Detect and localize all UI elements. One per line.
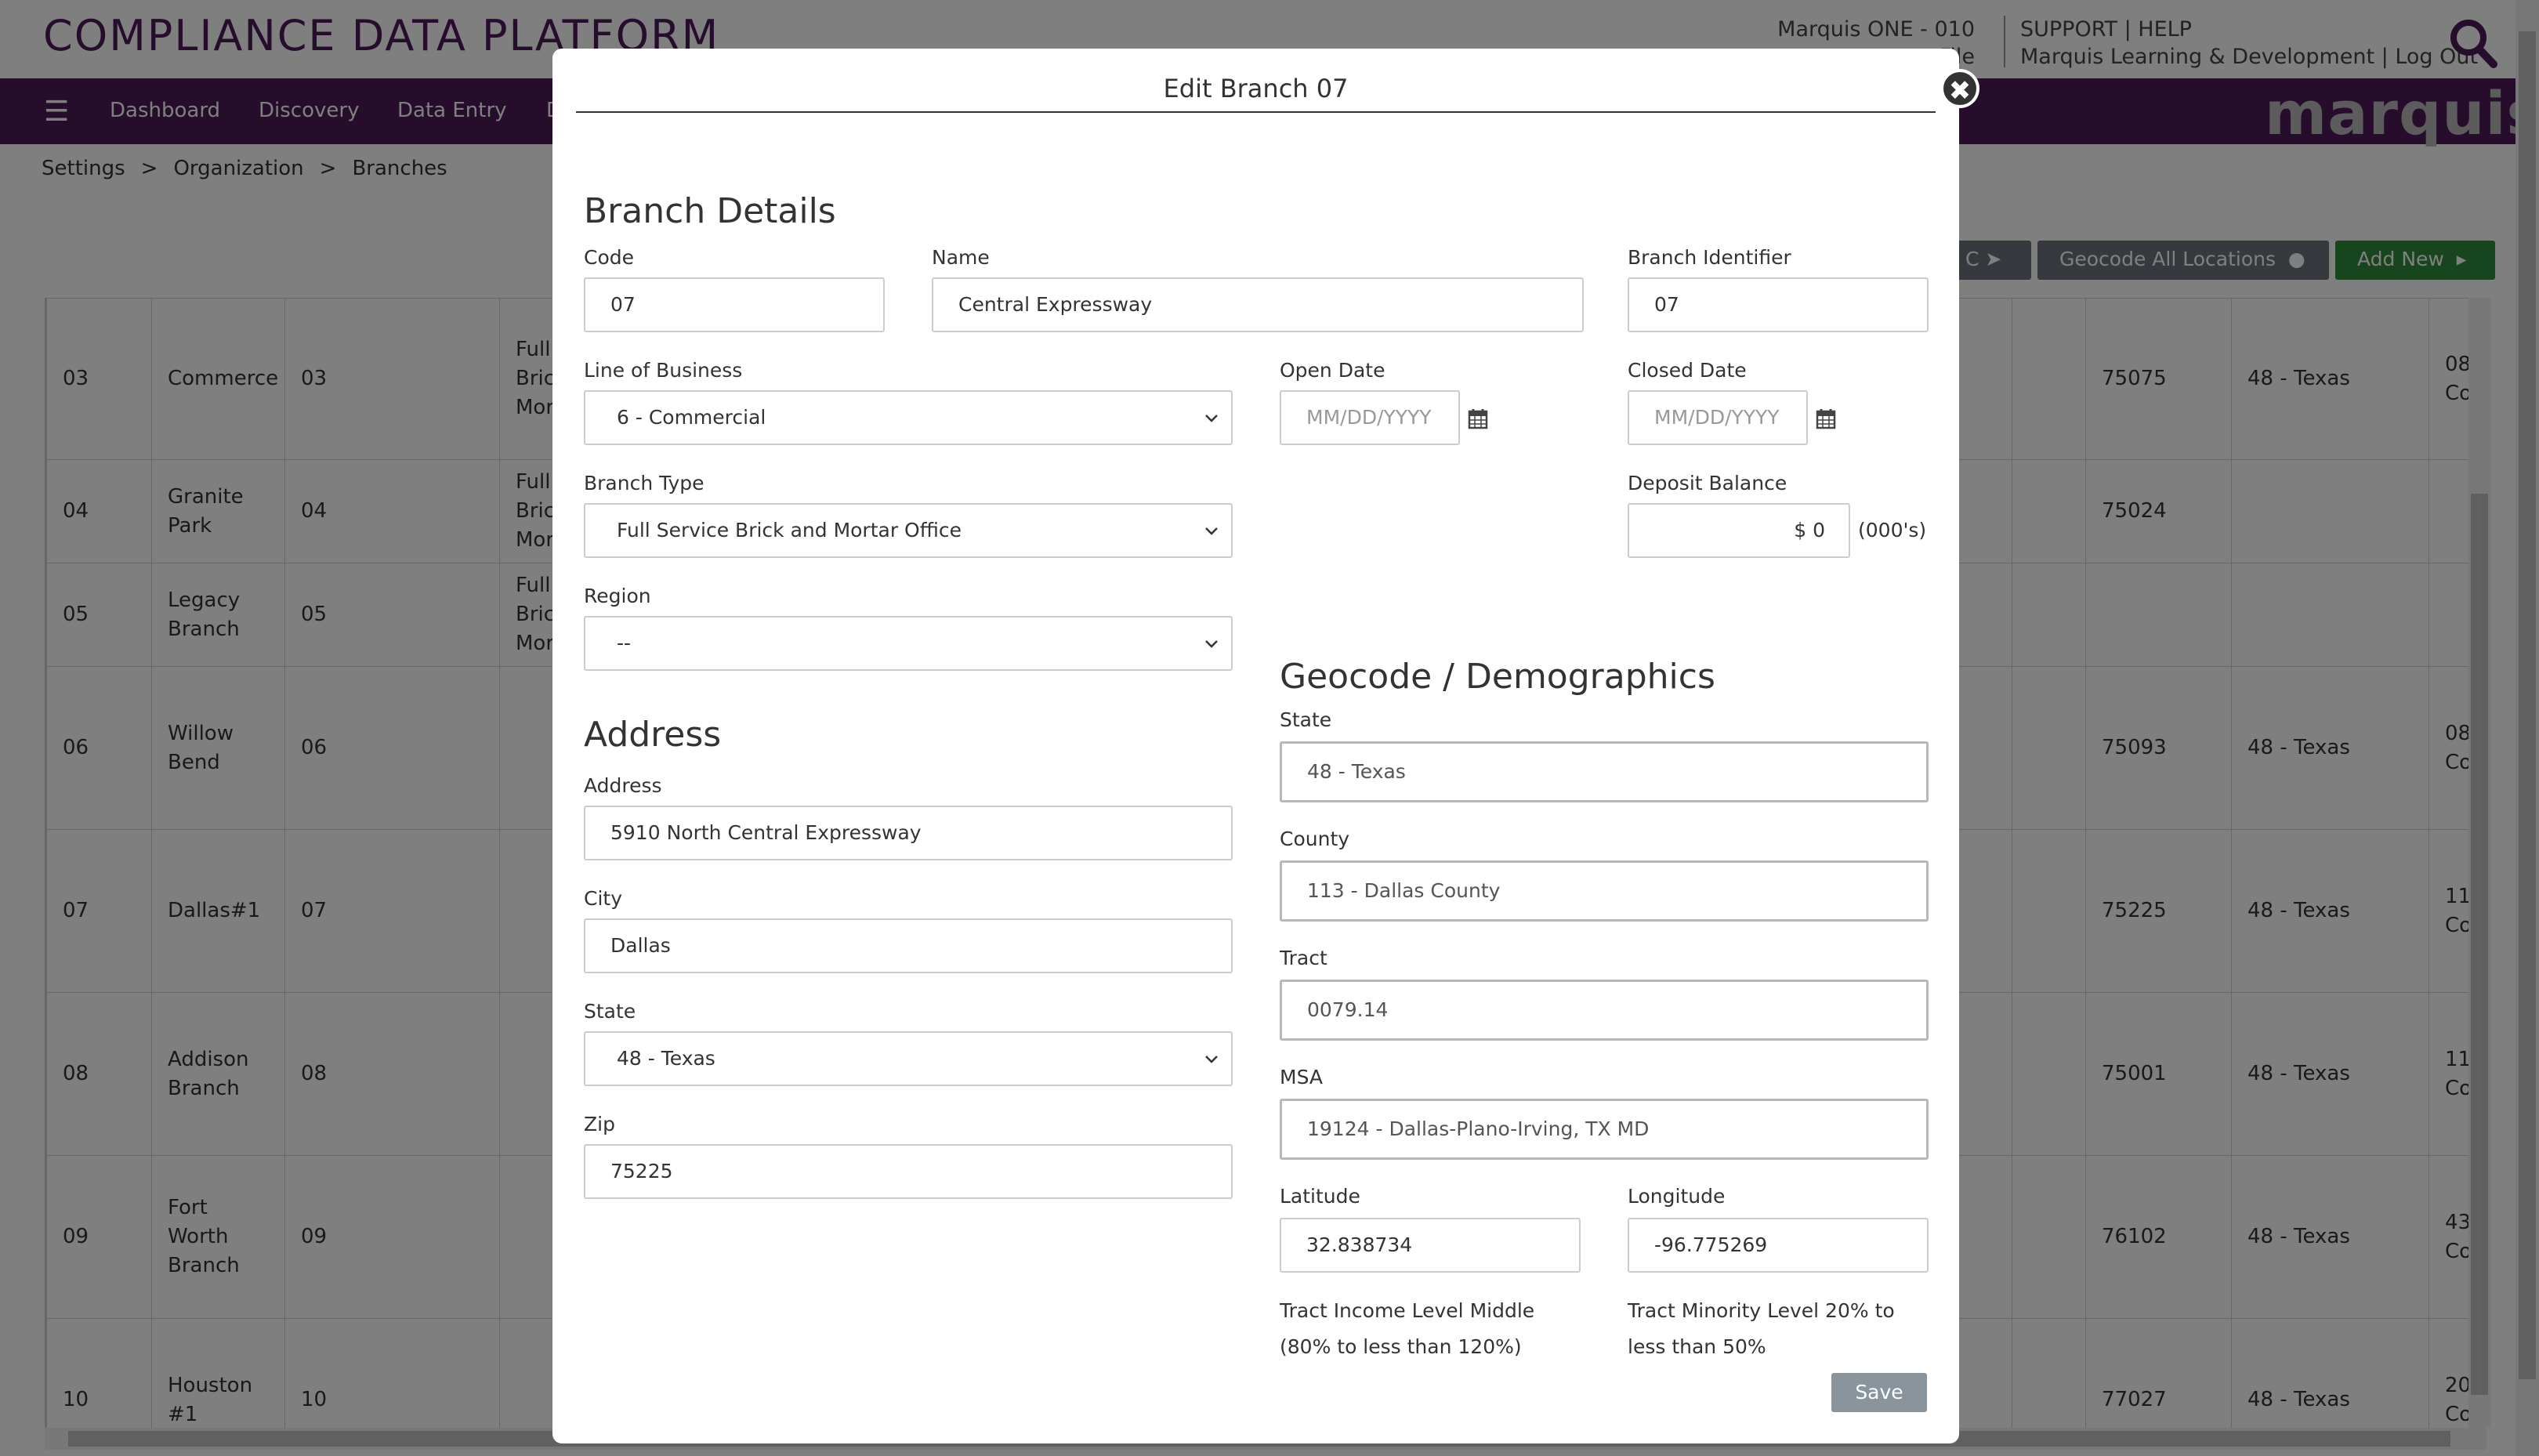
close-icon[interactable]: ✖: [1940, 69, 1979, 108]
code-label: Code: [584, 246, 635, 269]
longitude-label: Longitude: [1628, 1185, 1726, 1208]
code-field[interactable]: 07: [584, 277, 885, 332]
calendar-icon[interactable]: [1468, 407, 1488, 429]
branch-identifier-label: Branch Identifier: [1628, 246, 1791, 269]
chevron-down-icon: [1205, 527, 1218, 535]
geocode-heading: Geocode / Demographics: [1280, 657, 1715, 697]
branch-details-heading: Branch Details: [584, 191, 836, 231]
region-label: Region: [584, 585, 651, 607]
income-line: Tract Income Level Middle: [1280, 1299, 1535, 1322]
zip-field[interactable]: 75225: [584, 1144, 1233, 1199]
state-label: State: [584, 1000, 636, 1023]
state-value: 48 - Texas: [617, 1047, 715, 1070]
save-button[interactable]: Save: [1831, 1373, 1927, 1412]
address-label: Address: [584, 774, 662, 797]
county-field: 113 - Dallas County: [1280, 860, 1929, 922]
chevron-down-icon: [1205, 415, 1218, 422]
closed-date-label: Closed Date: [1628, 359, 1747, 382]
address-field[interactable]: 5910 North Central Expressway: [584, 806, 1233, 860]
line-of-business-select[interactable]: 6 - Commercial: [584, 390, 1233, 445]
open-date-field[interactable]: MM/DD/YYYY: [1280, 390, 1460, 445]
region-value: --: [617, 632, 632, 654]
geo-state-label: State: [1280, 708, 1332, 731]
title-divider: [576, 111, 1936, 113]
deposit-unit: (000's): [1858, 519, 1927, 541]
dialog-title: Edit Branch 07: [1163, 74, 1349, 103]
line-of-business-value: 6 - Commercial: [617, 406, 766, 429]
line-of-business-label: Line of Business: [584, 359, 743, 382]
zip-label: Zip: [584, 1113, 615, 1135]
latitude-field[interactable]: 32.838734: [1280, 1218, 1581, 1273]
county-label: County: [1280, 828, 1350, 850]
region-select[interactable]: --: [584, 616, 1233, 671]
msa-label: MSA: [1280, 1066, 1324, 1088]
tract-minority-level: Tract Minority Level 20% to less than 50…: [1628, 1293, 1895, 1365]
name-label: Name: [932, 246, 990, 269]
tract-field: 0079.14: [1280, 980, 1929, 1041]
longitude-field[interactable]: -96.775269: [1628, 1218, 1929, 1273]
open-date-label: Open Date: [1280, 359, 1385, 382]
branch-type-value: Full Service Brick and Mortar Office: [617, 519, 962, 541]
address-heading: Address: [584, 715, 722, 755]
chevron-down-icon: [1205, 640, 1218, 648]
deposit-balance-field[interactable]: $ 0: [1628, 503, 1850, 558]
income-line: (80% to less than 120%): [1280, 1335, 1522, 1358]
edit-branch-dialog: Edit Branch 07 Branch Details Code 07 Na…: [552, 49, 1959, 1443]
city-label: City: [584, 887, 622, 910]
geo-state-field: 48 - Texas: [1280, 741, 1929, 802]
chevron-down-icon: [1205, 1056, 1218, 1063]
branch-type-select[interactable]: Full Service Brick and Mortar Office: [584, 503, 1233, 558]
deposit-balance-label: Deposit Balance: [1628, 472, 1787, 494]
latitude-label: Latitude: [1280, 1185, 1360, 1208]
minority-line: Tract Minority Level 20% to: [1628, 1299, 1895, 1322]
calendar-icon[interactable]: [1816, 407, 1836, 429]
state-select[interactable]: 48 - Texas: [584, 1031, 1233, 1086]
msa-field: 19124 - Dallas-Plano-Irving, TX MD: [1280, 1099, 1929, 1160]
minority-line: less than 50%: [1628, 1335, 1766, 1358]
tract-income-level: Tract Income Level Middle (80% to less t…: [1280, 1293, 1534, 1365]
branch-type-label: Branch Type: [584, 472, 704, 494]
city-field[interactable]: Dallas: [584, 918, 1233, 973]
name-field[interactable]: Central Expressway: [932, 277, 1584, 332]
branch-identifier-field[interactable]: 07: [1628, 277, 1929, 332]
closed-date-field[interactable]: MM/DD/YYYY: [1628, 390, 1808, 445]
tract-label: Tract: [1280, 947, 1327, 969]
